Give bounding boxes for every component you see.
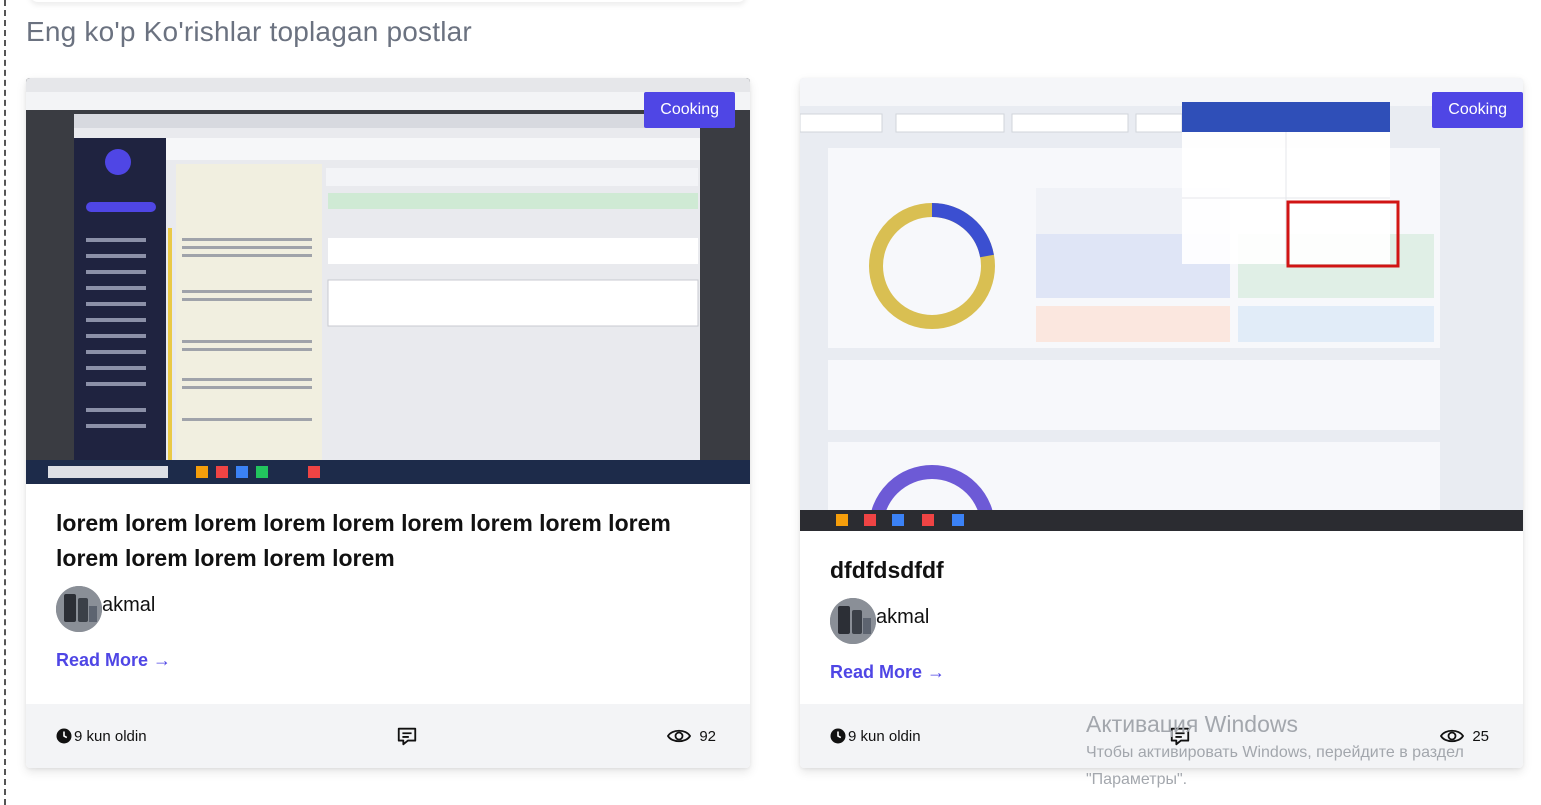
views-count: 25 (1472, 727, 1489, 745)
section-title: Eng ko'p Ko'rishlar toplagan postlar (26, 16, 472, 47)
time-label: 9 kun oldin (74, 727, 147, 745)
post-title[interactable]: lorem lorem lorem lorem lorem lorem lore… (56, 506, 720, 576)
watermark-title: Активация Windows (1086, 711, 1298, 737)
comment-button[interactable] (396, 725, 418, 747)
card-footer: 9 kun oldin 92 (26, 704, 750, 768)
category-badge[interactable]: Cooking (644, 92, 735, 128)
author-name[interactable]: akmal (876, 606, 929, 629)
dashed-divider (4, 0, 6, 805)
clock-icon (830, 728, 846, 744)
views-count: 92 (699, 727, 716, 745)
avatar (830, 598, 876, 644)
post-time: 9 kun oldin (830, 728, 921, 745)
watermark-line2: "Параметры". (1086, 771, 1188, 788)
post-card[interactable]: Cooking lorem lorem lorem lorem lorem lo… (26, 78, 750, 768)
author-row: akmal (56, 586, 720, 632)
post-thumbnail[interactable]: Cooking (26, 78, 750, 484)
thumbnail-image (800, 78, 1523, 531)
read-more-link[interactable]: Read More → (56, 650, 171, 671)
watermark-line1: Чтобы активировать Windows, перейдите в … (1086, 744, 1464, 761)
windows-activation-watermark: Активация Windows Чтобы активировать Win… (1086, 711, 1464, 792)
previous-card-edge (30, 0, 746, 2)
views-counter: 92 (667, 727, 716, 745)
eye-icon (667, 727, 692, 745)
post-thumbnail[interactable]: Cooking (800, 78, 1523, 531)
author-row: akmal (830, 598, 1493, 644)
author-name[interactable]: akmal (102, 594, 155, 617)
post-title[interactable]: dfdfdsdfdf (830, 553, 1493, 588)
thumbnail-image (26, 78, 750, 484)
time-label: 9 kun oldin (848, 727, 921, 745)
comment-icon[interactable] (396, 725, 418, 747)
post-time: 9 kun oldin (56, 728, 147, 745)
avatar (56, 586, 102, 632)
clock-icon (56, 728, 72, 744)
page: Eng ko'p Ko'rishlar toplagan postlar Coo… (0, 0, 1541, 805)
category-badge[interactable]: Cooking (1432, 92, 1523, 128)
read-more-link[interactable]: Read More → (830, 662, 945, 683)
post-card[interactable]: Cooking dfdfdsdfdf akmal Read More → 9 k… (800, 78, 1523, 768)
